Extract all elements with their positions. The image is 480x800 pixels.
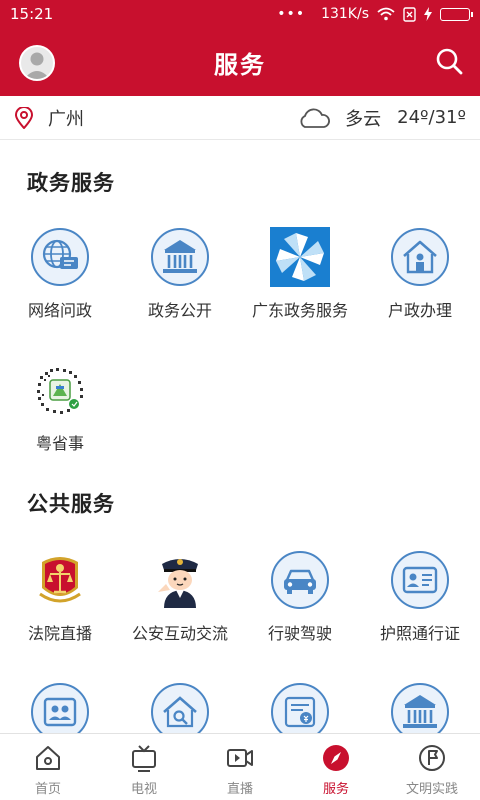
service-label: 广东政务服务 [251, 301, 348, 320]
weather-condition: 多云 [345, 108, 382, 130]
user-avatar[interactable] [19, 45, 55, 81]
wifi-icon [377, 7, 395, 21]
compass-icon [323, 745, 349, 771]
service-tile-driving[interactable]: 行驶驾驶 [240, 550, 360, 644]
weather-bar[interactable]: 广州 多云 24º/31º [0, 96, 480, 140]
qr-code-icon [31, 361, 89, 419]
tab-label: 文明实践 [405, 782, 458, 797]
tab-home[interactable]: 首页 [0, 734, 96, 800]
government-building-icon [151, 228, 209, 286]
tab-label: 直播 [226, 782, 253, 797]
service-label: 法院直播 [27, 624, 92, 643]
police-officer-icon [158, 559, 198, 608]
service-tile-row4-2[interactable] [120, 682, 240, 733]
notification-dots: ••• [277, 6, 306, 22]
people-card-icon [31, 683, 89, 733]
home-icon [36, 746, 60, 770]
services-content[interactable]: 政务服务 网络问政 政务公开 广东政务服务 户政办理 粤省事 公共服务 法院直播… [0, 140, 480, 733]
tab-label: 服务 [322, 782, 349, 797]
court-emblem-icon [39, 557, 81, 603]
bottom-tab-bar: 首页 电视 直播 服务 文明实践 [0, 733, 480, 800]
tv-icon [132, 745, 156, 772]
service-label: 粤省事 [35, 434, 84, 453]
tab-services[interactable]: 服务 [288, 734, 384, 800]
service-label: 户政办理 [387, 301, 452, 320]
video-icon [227, 749, 253, 767]
cloud-icon [300, 108, 331, 128]
charging-icon [424, 7, 432, 21]
flag-circle-icon [419, 745, 445, 771]
service-tile-row4-1[interactable] [0, 682, 120, 733]
user-avatar-icon [24, 52, 50, 79]
service-label: 行驶驾驶 [267, 624, 332, 643]
service-label: 护照通行证 [379, 624, 460, 643]
household-person-icon [391, 228, 449, 286]
no-sim-icon [403, 6, 416, 22]
tab-civilization-practice[interactable]: 文明实践 [384, 734, 480, 800]
tab-live[interactable]: 直播 [192, 734, 288, 800]
city-name: 广州 [48, 108, 84, 130]
house-search-icon [151, 683, 209, 733]
section-title-government: 政务服务 [27, 171, 115, 195]
search-icon[interactable] [434, 46, 464, 76]
battery-icon [440, 7, 473, 21]
tab-label: 电视 [130, 782, 157, 797]
page-title: 服务 [214, 50, 266, 79]
service-tile-court-live[interactable]: 法院直播 [0, 550, 120, 644]
service-tile-row4-4[interactable] [360, 682, 480, 733]
service-tile-passport-permit[interactable]: 护照通行证 [360, 550, 480, 644]
app-header: 服务 [0, 28, 480, 96]
service-tile-online-inquiry[interactable]: 网络问政 [0, 227, 120, 321]
status-time: 15:21 [10, 5, 54, 23]
service-tile-guangdong-gov-services[interactable]: 广东政务服务 [240, 227, 360, 321]
service-tile-household-registration[interactable]: 户政办理 [360, 227, 480, 321]
service-tile-yue-sheng-shi[interactable]: 粤省事 [0, 360, 120, 454]
temperature: 24º/31º [397, 107, 466, 128]
institution-building-icon [391, 683, 449, 733]
bill-payment-icon [271, 683, 329, 733]
service-label: 政务公开 [147, 301, 212, 320]
globe-chat-icon [31, 228, 89, 286]
service-tile-police-interaction[interactable]: 公安互动交流 [120, 550, 240, 644]
status-bar: 15:21 ••• 131K/s [0, 0, 480, 28]
section-title-public: 公共服务 [27, 492, 115, 516]
service-label: 公安互动交流 [131, 624, 228, 643]
service-label: 网络问政 [27, 301, 92, 320]
id-card-icon [391, 551, 449, 609]
network-speed: 131K/s [321, 6, 369, 22]
tab-label: 首页 [34, 782, 61, 797]
pinwheel-logo-icon [270, 227, 330, 287]
car-icon [271, 551, 329, 609]
location-pin-icon [14, 106, 34, 129]
service-tile-row4-3[interactable] [240, 682, 360, 733]
tab-tv[interactable]: 电视 [96, 734, 192, 800]
service-tile-gov-affairs-public[interactable]: 政务公开 [120, 227, 240, 321]
